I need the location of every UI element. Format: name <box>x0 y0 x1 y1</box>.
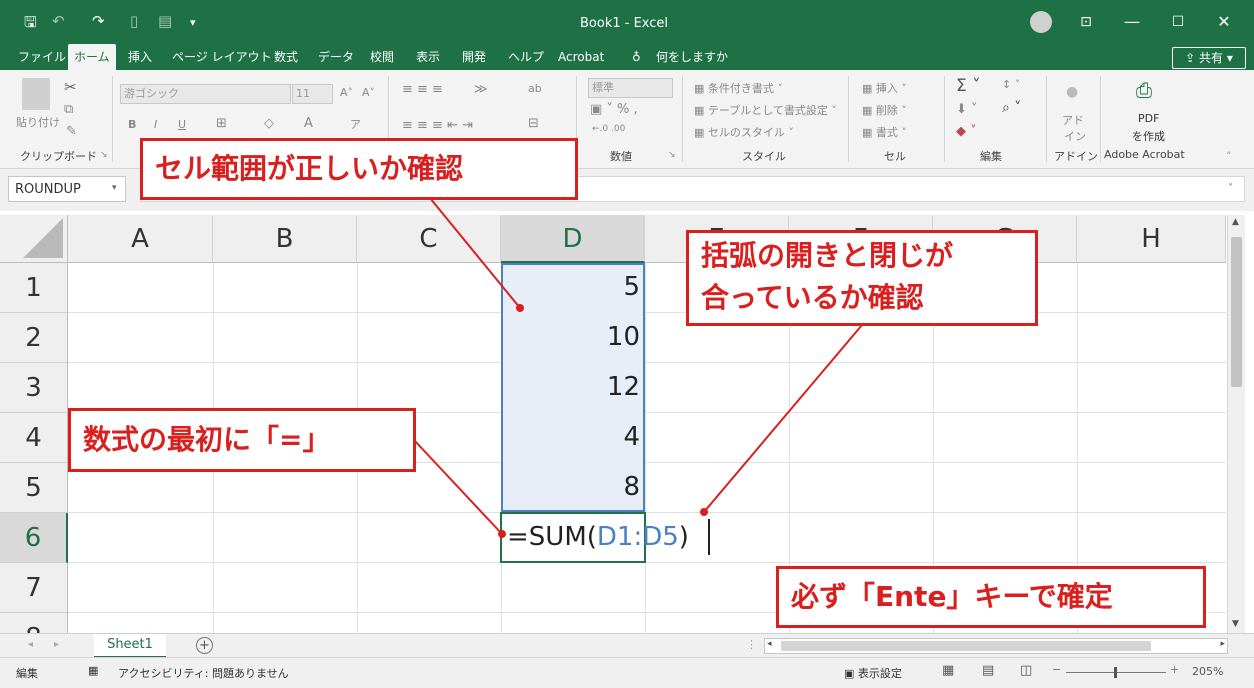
connector-range-dot <box>516 304 524 312</box>
connector-range <box>429 197 521 309</box>
callout-confirm-enter: 必ず「Ente」キーで確定 <box>776 566 1206 628</box>
connector-paren-dot <box>700 508 708 516</box>
connector-paren <box>703 324 863 513</box>
callout-paren-line-1: 括弧の開きと閉じが <box>701 239 954 272</box>
callout-equals-first: 数式の最初に「=」 <box>68 408 416 472</box>
callout-check-parentheses: 括弧の開きと閉じが 合っているか確認 <box>686 230 1038 326</box>
connector-equals <box>413 439 503 535</box>
callout-paren-line-2: 合っているか確認 <box>701 281 924 314</box>
callout-check-range: セル範囲が正しいか確認 <box>140 138 578 200</box>
connector-equals-dot <box>498 530 506 538</box>
